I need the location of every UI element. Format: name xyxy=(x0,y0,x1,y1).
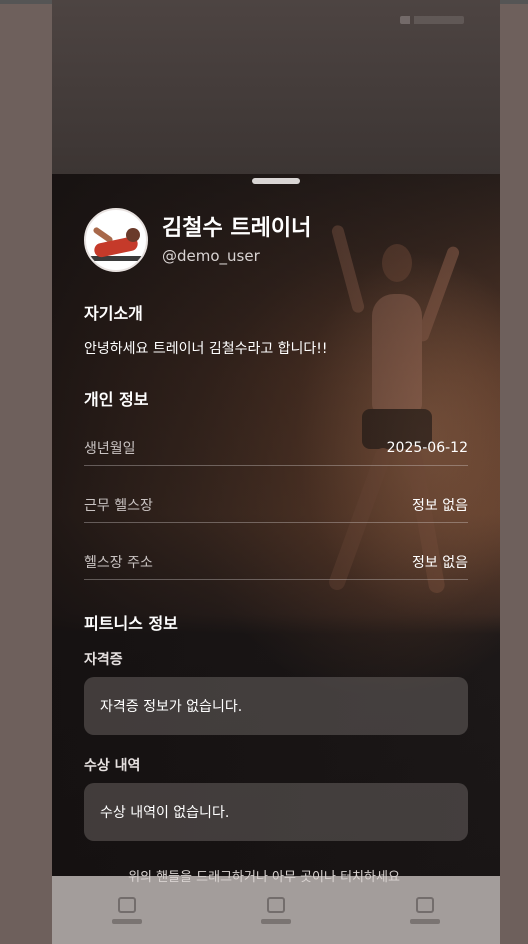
avatar xyxy=(84,208,148,272)
username: @demo_user xyxy=(162,247,260,265)
gym-address-value: 정보 없음 xyxy=(412,554,468,571)
nav-item-home xyxy=(111,896,142,924)
nav-item-video xyxy=(260,896,291,924)
drag-handle[interactable] xyxy=(252,178,300,184)
profile-text: 김철수 트레이너 @demo_user xyxy=(162,215,311,265)
nav-home-icon xyxy=(117,896,136,913)
birthdate-label: 생년월일 xyxy=(84,440,136,457)
certificates-label: 자격증 xyxy=(84,652,123,668)
backdrop-header xyxy=(52,0,500,175)
info-row-gym-address: 헬스장 주소 정보 없음 xyxy=(84,544,468,580)
intro-title: 자기소개 xyxy=(84,304,143,323)
nav-video-label xyxy=(260,918,291,924)
bottom-navigation xyxy=(52,876,500,944)
nav-item-edit xyxy=(410,896,441,924)
gym-label: 근무 헬스장 xyxy=(84,497,153,514)
birthdate-value: 2025-06-12 xyxy=(386,439,468,456)
trainer-name: 김철수 트레이너 xyxy=(162,216,312,241)
nav-edit-label xyxy=(410,918,441,924)
gym-value: 정보 없음 xyxy=(412,497,468,514)
info-row-gym: 근무 헬스장 정보 없음 xyxy=(84,487,468,523)
awards-label: 수상 내역 xyxy=(84,758,141,774)
personal-info-title: 개인 정보 xyxy=(84,390,149,409)
intro-text: 안녕하세요 트레이너 김철수라고 합니다!! xyxy=(84,341,328,357)
nav-edit-icon xyxy=(416,896,435,913)
dismiss-hint: 위의 핸들을 드래그하거나 아무 곳이나 터치하세요 xyxy=(128,870,400,885)
info-row-birthdate: 생년월일 2025-06-12 xyxy=(84,430,468,466)
nav-home-label xyxy=(111,918,142,924)
certificates-empty-box: 자격증 정보가 없습니다. xyxy=(84,677,468,735)
gym-address-label: 헬스장 주소 xyxy=(84,554,153,571)
awards-empty-box: 수상 내역이 없습니다. xyxy=(84,783,468,841)
profile-header: 김철수 트레이너 @demo_user xyxy=(84,208,311,272)
fitness-info-title: 피트니스 정보 xyxy=(84,614,178,633)
nav-video-icon xyxy=(266,896,285,913)
status-icons xyxy=(400,16,464,24)
profile-bottom-sheet[interactable]: 김철수 트레이너 @demo_user 자기소개 안녕하세요 트레이너 김철수라… xyxy=(52,174,500,876)
